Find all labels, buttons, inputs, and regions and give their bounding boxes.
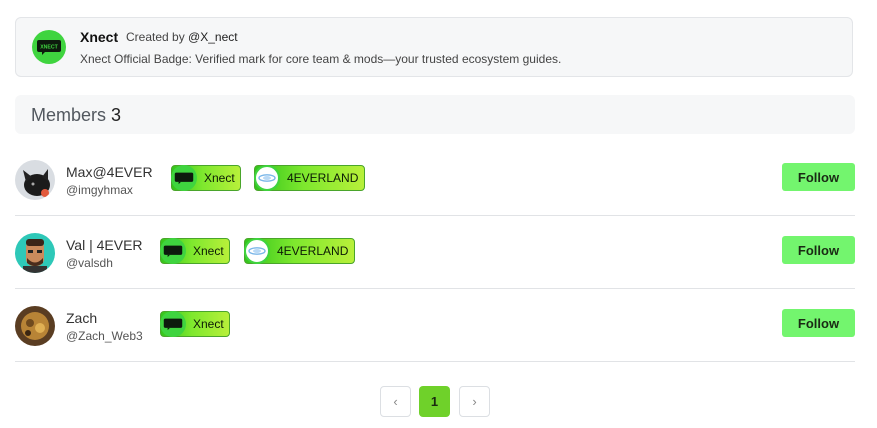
member-row: Max@4EVER @imgyhmax Xnect 4EVERLAND Foll… bbox=[15, 142, 855, 216]
chevron-right-icon: › bbox=[472, 394, 477, 409]
xnect-badge-icon bbox=[160, 237, 186, 264]
svg-text:XNECT: XNECT bbox=[40, 45, 58, 51]
group-description: Xnect Official Badge: Verified mark for … bbox=[80, 52, 562, 66]
chevron-left-icon: ‹ bbox=[393, 394, 398, 409]
creator-handle-link[interactable]: @X_nect bbox=[188, 30, 238, 44]
member-handle[interactable]: @valsdh bbox=[66, 256, 113, 270]
member-handle[interactable]: @imgyhmax bbox=[66, 183, 133, 197]
member-name[interactable]: Zach bbox=[66, 310, 97, 326]
member-row: Zach @Zach_Web3 Xnect Follow bbox=[15, 288, 855, 362]
member-handle[interactable]: @Zach_Web3 bbox=[66, 329, 143, 343]
badge-label: Xnect bbox=[204, 171, 235, 185]
avatar[interactable] bbox=[15, 160, 55, 200]
next-page-button[interactable]: › bbox=[459, 386, 490, 417]
xnect-badge[interactable]: Xnect bbox=[171, 164, 241, 191]
members-count: 3 bbox=[111, 105, 122, 125]
xnect-badge-icon bbox=[171, 164, 197, 191]
badge-label: Xnect bbox=[193, 317, 224, 331]
follow-button[interactable]: Follow bbox=[782, 163, 855, 191]
avatar[interactable] bbox=[15, 306, 55, 346]
4everland-icon bbox=[244, 237, 270, 264]
members-label-text: Members bbox=[31, 105, 107, 125]
member-row: Val | 4EVER @valsdh Xnect 4EVERLAND Foll… bbox=[15, 215, 855, 289]
badge-label: 4EVERLAND bbox=[277, 244, 349, 258]
xnect-badge[interactable]: Xnect bbox=[160, 310, 230, 337]
4everland-badge[interactable]: 4EVERLAND bbox=[254, 164, 365, 191]
created-by: Created by @X_nect bbox=[126, 30, 238, 44]
badge-label: Xnect bbox=[193, 244, 224, 258]
xnect-badge-icon bbox=[160, 310, 186, 337]
xnect-badge[interactable]: Xnect bbox=[160, 237, 230, 264]
avatar[interactable] bbox=[15, 233, 55, 273]
follow-button[interactable]: Follow bbox=[782, 309, 855, 337]
xnect-logo-icon: XNECT bbox=[32, 30, 66, 64]
4everland-badge[interactable]: 4EVERLAND bbox=[244, 237, 355, 264]
created-by-prefix: Created by bbox=[126, 30, 185, 44]
prev-page-button[interactable]: ‹ bbox=[380, 386, 411, 417]
4everland-icon bbox=[254, 164, 280, 191]
follow-button[interactable]: Follow bbox=[782, 236, 855, 264]
group-info-card: XNECT Xnect Created by @X_nect Xnect Off… bbox=[15, 17, 853, 77]
page-1-button[interactable]: 1 bbox=[419, 386, 450, 417]
member-name[interactable]: Val | 4EVER bbox=[66, 237, 143, 253]
members-header: Members 3 bbox=[15, 95, 855, 134]
badge-label: 4EVERLAND bbox=[287, 171, 359, 185]
member-name[interactable]: Max@4EVER bbox=[66, 164, 153, 180]
members-label: Members 3 bbox=[31, 105, 121, 126]
group-title: Xnect bbox=[80, 29, 119, 45]
